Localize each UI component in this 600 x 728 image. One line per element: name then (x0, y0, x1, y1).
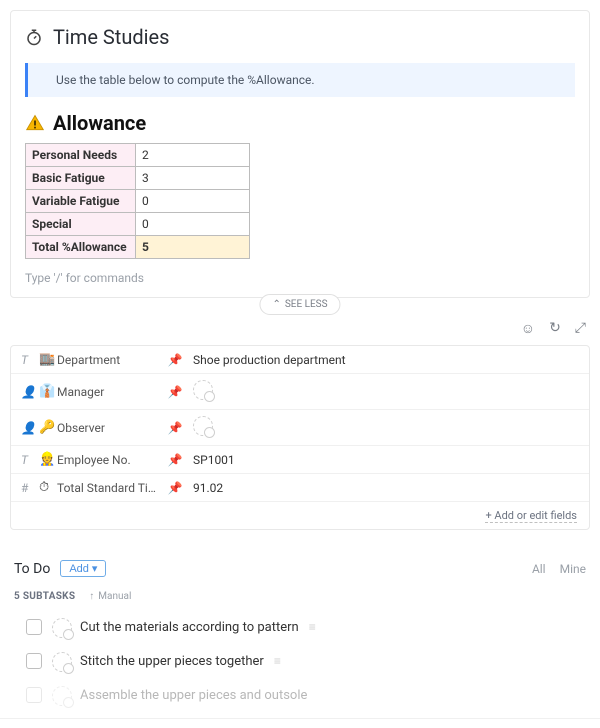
field-label: Observer (57, 421, 165, 435)
allowance-title: Allowance (53, 111, 146, 135)
table-row: Variable Fatigue 0 (26, 190, 250, 213)
allowance-callout: Use the table below to compute the %Allo… (25, 63, 575, 97)
field-label: Manager (57, 385, 165, 399)
row-label: Total %Allowance (26, 236, 136, 259)
assignee-chip[interactable] (52, 652, 70, 670)
pin-icon[interactable]: 📌 (165, 385, 185, 399)
sort-button[interactable]: ↑ Manual (89, 591, 131, 602)
manager-emoji-icon: 👔 (39, 384, 57, 399)
emoji-icon[interactable]: ☺ (521, 320, 535, 337)
task-checkbox[interactable] (26, 619, 42, 635)
field-row-total-standard-time[interactable]: # ⏱ Total Standard Time (mi... 📌 91.02 (11, 474, 589, 502)
department-emoji-icon: 🏬 (39, 352, 57, 367)
task-row[interactable]: Assemble the upper pieces and outsole (0, 678, 600, 712)
pin-icon[interactable]: 📌 (165, 453, 185, 467)
filter-all[interactable]: All (532, 562, 546, 576)
observer-emoji-icon: 🔑 (39, 420, 57, 435)
field-value[interactable] (185, 380, 579, 403)
row-value[interactable]: 3 (136, 167, 250, 190)
text-type-icon: T (21, 453, 39, 467)
table-row: Basic Fatigue 3 (26, 167, 250, 190)
chevron-down-icon: ▾ (92, 562, 98, 575)
add-label: Add (69, 563, 89, 575)
row-value[interactable]: 2 (136, 144, 250, 167)
row-value: 5 (136, 236, 250, 259)
page-title: Time Studies (53, 25, 169, 49)
employee-emoji-icon: 👷 (39, 452, 57, 467)
empty-person-chip[interactable] (193, 416, 213, 436)
field-row-manager[interactable]: 👤 👔 Manager 📌 (11, 374, 589, 410)
pin-icon[interactable]: 📌 (165, 421, 185, 435)
row-label: Variable Fatigue (26, 190, 136, 213)
row-label: Personal Needs (26, 144, 136, 167)
pin-icon[interactable]: 📌 (165, 481, 185, 495)
history-icon[interactable]: ↻ (549, 320, 561, 337)
number-type-icon: # (21, 481, 39, 495)
field-value[interactable]: Shoe production department (185, 353, 579, 367)
person-type-icon: 👤 (21, 385, 39, 399)
stopwatch-icon (25, 28, 43, 46)
custom-fields-panel: T 🏬 Department 📌 Shoe production departm… (10, 345, 590, 530)
allowance-table: Personal Needs 2 Basic Fatigue 3 Variabl… (25, 143, 250, 259)
field-row-employee-no[interactable]: T 👷 Employee No. 📌 SP1001 (11, 446, 589, 474)
assignee-chip[interactable] (52, 618, 70, 636)
pin-icon[interactable]: 📌 (165, 353, 185, 367)
person-type-icon: 👤 (21, 421, 39, 435)
empty-person-chip[interactable] (193, 380, 213, 400)
see-less-button[interactable]: ⌃ SEE LESS (259, 294, 340, 315)
field-value[interactable]: SP1001 (185, 453, 579, 467)
warning-icon (25, 113, 45, 133)
row-label: Special (26, 213, 136, 236)
text-type-icon: T (21, 353, 39, 367)
task-checkbox[interactable] (26, 687, 42, 703)
subtasks-meta: 5 SUBTASKS ↑ Manual (0, 585, 600, 610)
field-row-department[interactable]: T 🏬 Department 📌 Shoe production departm… (11, 346, 589, 374)
row-value[interactable]: 0 (136, 213, 250, 236)
task-title[interactable]: Assemble the upper pieces and outsole (80, 688, 307, 703)
row-value[interactable]: 0 (136, 190, 250, 213)
task-row[interactable]: Stitch the upper pieces together ≡ (0, 644, 600, 678)
drag-handle-icon[interactable]: ≡ (274, 654, 283, 668)
todo-header: To Do Add ▾ All Mine (0, 540, 600, 585)
add-edit-fields-row: + Add or edit fields (11, 502, 589, 529)
todo-title: To Do (14, 561, 50, 577)
command-placeholder[interactable]: Type '/' for commands (25, 269, 575, 291)
task-title[interactable]: Stitch the upper pieces together (80, 654, 264, 669)
table-row: Personal Needs 2 (26, 144, 250, 167)
field-label: Department (57, 353, 165, 367)
footer-divider (0, 718, 600, 728)
field-row-observer[interactable]: 👤 🔑 Observer 📌 (11, 410, 589, 446)
field-label: Total Standard Time (mi... (57, 481, 165, 495)
task-row[interactable]: Cut the materials according to pattern ≡ (0, 610, 600, 644)
row-label: Basic Fatigue (26, 167, 136, 190)
drag-handle-icon[interactable]: ≡ (309, 620, 318, 634)
todo-filters: All Mine (532, 562, 586, 576)
field-label: Employee No. (57, 453, 165, 467)
field-value[interactable]: 91.02 (185, 481, 579, 495)
sort-label: Manual (98, 591, 131, 602)
filter-mine[interactable]: Mine (560, 562, 586, 576)
field-value[interactable] (185, 416, 579, 439)
expand-icon[interactable]: ⤢ (575, 320, 586, 337)
callout-text: Use the table below to compute the %Allo… (56, 73, 315, 87)
add-edit-fields-link[interactable]: + Add or edit fields (485, 509, 577, 523)
timer-emoji-icon: ⏱ (39, 480, 57, 495)
subtasks-count: 5 SUBTASKS (14, 591, 75, 602)
chevron-up-icon: ⌃ (272, 299, 280, 310)
sort-arrow-icon: ↑ (89, 591, 94, 602)
task-title[interactable]: Cut the materials according to pattern (80, 620, 299, 635)
add-task-button[interactable]: Add ▾ (60, 560, 106, 577)
page-title-row: Time Studies (25, 25, 575, 49)
task-checkbox[interactable] (26, 653, 42, 669)
table-row: Special 0 (26, 213, 250, 236)
assignee-chip[interactable] (52, 686, 70, 704)
time-studies-card: Time Studies Use the table below to comp… (10, 10, 590, 298)
see-less-label: SEE LESS (285, 299, 328, 310)
allowance-heading: Allowance (25, 111, 575, 135)
table-row-total: Total %Allowance 5 (26, 236, 250, 259)
